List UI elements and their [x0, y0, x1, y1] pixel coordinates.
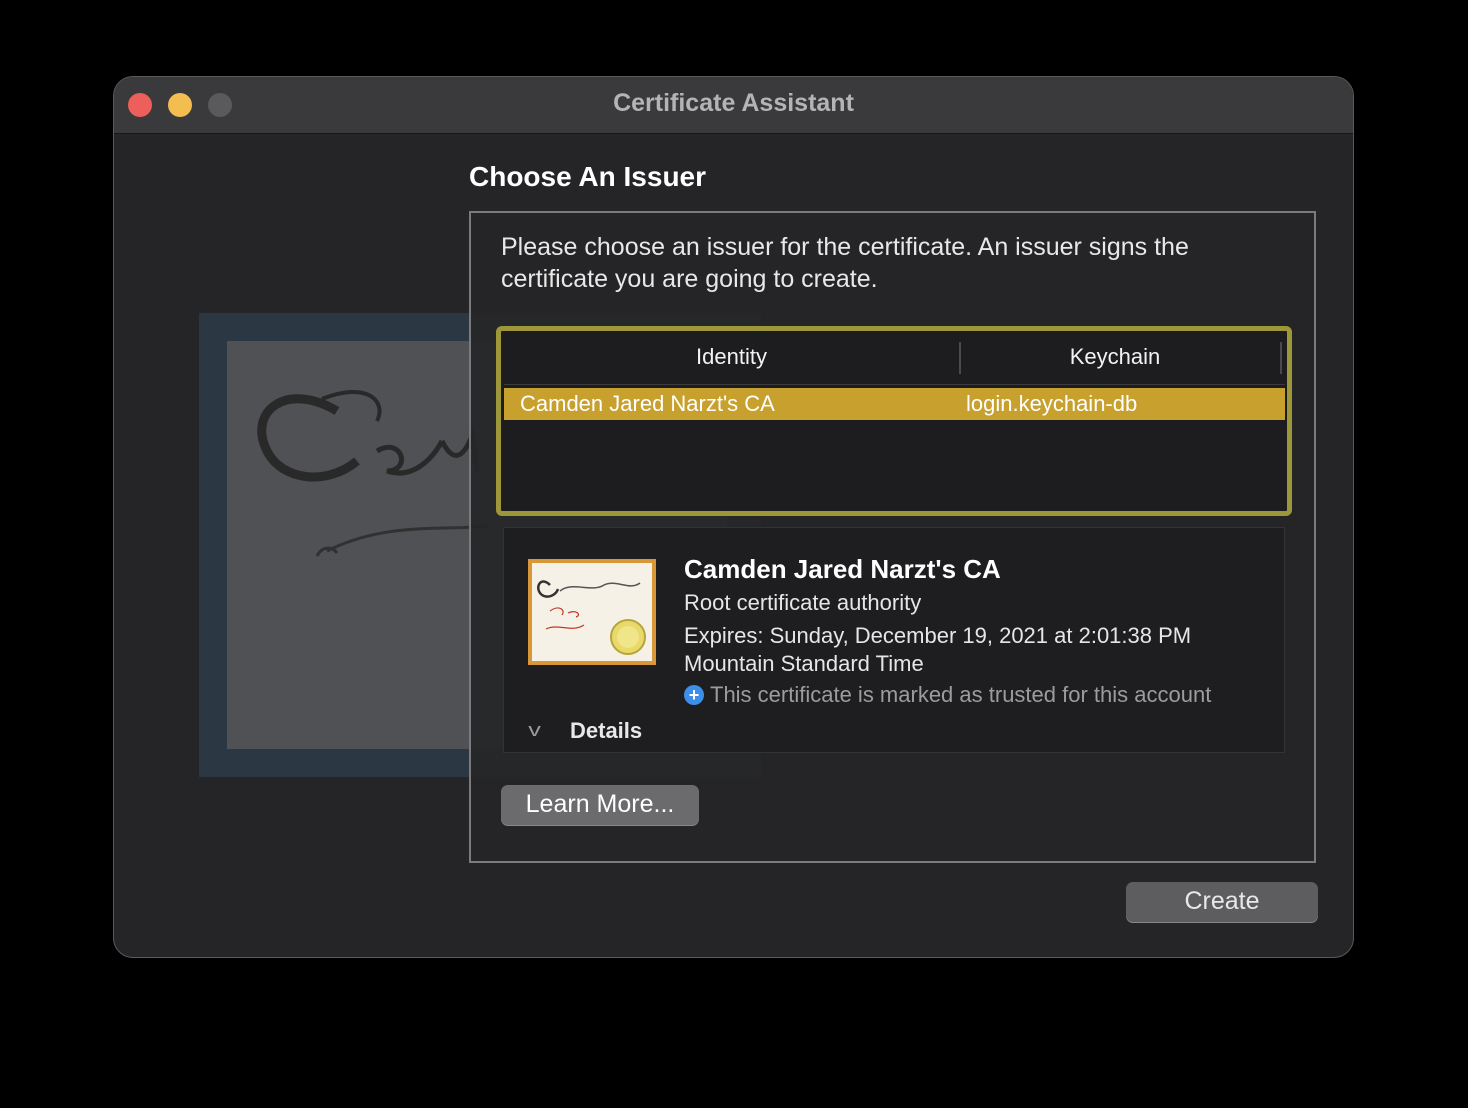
details-disclosure[interactable]: Details — [570, 718, 642, 744]
window-title: Certificate Assistant — [613, 89, 854, 117]
column-header-identity[interactable]: Identity — [504, 344, 959, 370]
create-button[interactable]: Create — [1126, 882, 1318, 922]
certificate-assistant-window: Certificate Assistant Choose An Issuer P… — [113, 76, 1354, 958]
page-title: Choose An Issuer — [469, 161, 707, 192]
certificate-details: Camden Jared Narzt's CA Root certificate… — [503, 527, 1285, 753]
trust-status: + This certificate is marked as trusted f… — [684, 682, 1211, 708]
title-bar: Certificate Assistant — [114, 77, 1353, 134]
certificate-expiration: Expires: Sunday, December 19, 2021 at 2:… — [684, 623, 1192, 676]
column-divider — [1280, 342, 1282, 374]
certificate-icon — [528, 559, 656, 665]
intro-text: Please choose an issuer for the certific… — [501, 233, 1189, 293]
table-header: Identity Keychain — [504, 334, 1285, 385]
issuer-table[interactable]: Identity Keychain Camden Jared Narzt's C… — [496, 326, 1292, 516]
identity-cell: Camden Jared Narzt's CA — [520, 391, 775, 416]
trust-text: This certificate is marked as trusted fo… — [710, 682, 1212, 707]
trusted-plus-icon: + — [684, 685, 704, 705]
certificate-name: Camden Jared Narzt's CA — [684, 554, 1001, 584]
content-panel: Please choose an issuer for the certific… — [469, 211, 1316, 863]
certificate-type: Root certificate authority — [684, 590, 922, 615]
learn-more-button[interactable]: Learn More... — [501, 785, 699, 825]
column-header-keychain[interactable]: Keychain — [960, 344, 1270, 370]
table-row[interactable]: Camden Jared Narzt's CA login.keychain-d… — [504, 388, 1285, 420]
keychain-cell: login.keychain-db — [966, 391, 1138, 416]
chevron-down-icon[interactable]: v — [528, 720, 541, 741]
